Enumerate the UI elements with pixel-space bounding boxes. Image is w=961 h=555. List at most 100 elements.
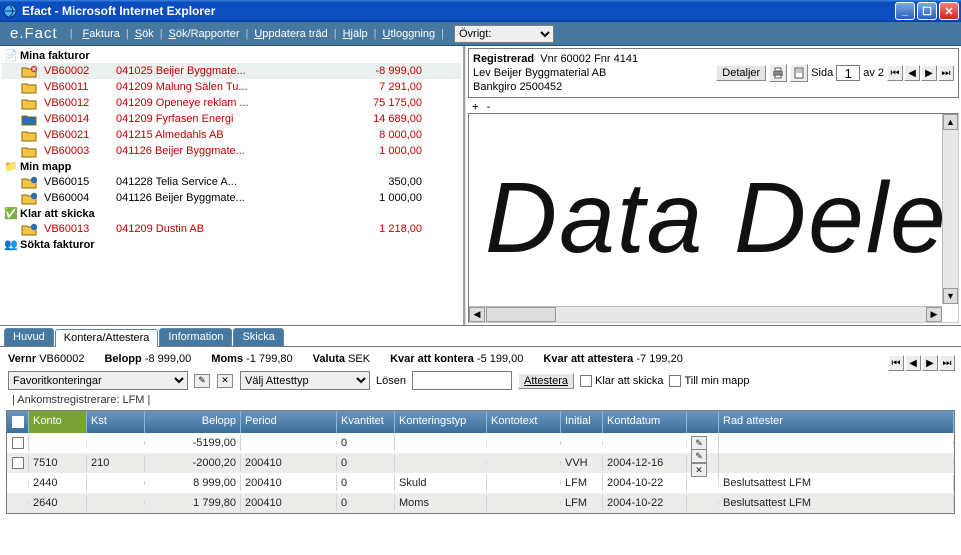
tree-section-2[interactable]: ✅Klar att skicka [2, 206, 461, 221]
invoice-id: VB60021 [44, 129, 116, 141]
cell-konto: 2440 [29, 475, 87, 491]
detail-prev-icon[interactable]: ◀ [905, 355, 921, 371]
invoice-row[interactable]: VB60002041025 Beijer Byggmate...-8 999,0… [2, 63, 461, 79]
invoice-amount: 1 218,00 [322, 223, 422, 235]
header-kontdatum[interactable]: Kontdatum [603, 411, 687, 433]
doc-supplier: Lev Beijer Byggmaterial AB [473, 66, 716, 80]
invoice-row[interactable]: VB60014041209 Fyrfasen Energi14 689,00 [2, 111, 461, 127]
invoice-amount: 14 689,00 [322, 113, 422, 125]
tree-section-0[interactable]: 📄Mina fakturor [2, 48, 461, 63]
invoice-row[interactable]: VB60012041209 Openeye reklam ...75 175,0… [2, 95, 461, 111]
summary-belopp: -8 999,00 [145, 353, 191, 365]
folder-icon [20, 128, 38, 142]
header-kontotext[interactable]: Kontotext [487, 411, 561, 433]
attesttyp-select[interactable]: Välj Attesttyp [240, 371, 370, 390]
table-row[interactable]: 26401 799,802004100MomsLFM2004-10-22Besl… [7, 493, 954, 513]
tab-kontera-attestera[interactable]: Kontera/Attestera [55, 329, 159, 347]
invoice-id: VB60004 [44, 192, 116, 204]
header-belopp[interactable]: Belopp [145, 411, 241, 433]
detail-next-icon[interactable]: ▶ [922, 355, 938, 371]
cell-kontotext [487, 461, 561, 465]
doc-icon[interactable] [790, 64, 808, 82]
tab-skicka[interactable]: Skicka [233, 328, 283, 346]
delete-icon[interactable]: ✕ [217, 374, 233, 388]
print-icon[interactable] [769, 64, 787, 82]
folder-icon [20, 112, 38, 126]
favorit-select[interactable]: Favoritkonteringar [8, 371, 188, 390]
table-row[interactable]: 7510210-2000,202004100VVH2004-12-16✎✕ [7, 453, 954, 473]
invoice-row[interactable]: VB60003041126 Beijer Byggmate...1 000,00 [2, 143, 461, 159]
menu-utloggning[interactable]: Utloggning [379, 26, 440, 42]
folder-icon [20, 96, 38, 110]
header-kst[interactable]: Kst [87, 411, 145, 433]
nav-first-icon[interactable]: ⏮ [887, 65, 903, 81]
folder-icon [20, 80, 38, 94]
cell-konteringstyp [395, 441, 487, 445]
detaljer-button[interactable]: Detaljer [716, 65, 766, 81]
detail-first-icon[interactable]: ⏮ [888, 355, 904, 371]
maximize-button[interactable]: ☐ [917, 2, 937, 20]
menu-s-k[interactable]: Sök [131, 26, 158, 42]
invoice-row[interactable]: VB60004041126 Beijer Byggmate...1 000,00 [2, 190, 461, 206]
close-button[interactable]: ✕ [939, 2, 959, 20]
cell-kontdatum: 2004-10-22 [603, 495, 687, 511]
table-row[interactable]: 24408 999,002004100SkuldLFM2004-10-22Bes… [7, 473, 954, 493]
detail-nav-icons: ⏮ ◀ ▶ ⏭ [888, 355, 955, 371]
detail-last-icon[interactable]: ⏭ [939, 355, 955, 371]
invoice-row[interactable]: VB60011041209 Malung Sälen Tu...7 291,00 [2, 79, 461, 95]
document-pane: Registrerad Vnr 60002 Fnr 4141 Lev Beije… [465, 46, 961, 325]
header-kvantitet[interactable]: Kvantitet [337, 411, 395, 433]
row-checkbox[interactable] [12, 457, 24, 469]
tab-huvud[interactable]: Huvud [4, 328, 54, 346]
misc-select[interactable]: Övrigt: [454, 25, 554, 43]
invoice-row[interactable]: VB60015041228 Telia Service A...350,00 [2, 174, 461, 190]
header-initial[interactable]: Initial [561, 411, 603, 433]
cell-konteringstyp: Skuld [395, 475, 487, 491]
section-icon: ✅ [4, 207, 18, 220]
row-checkbox[interactable] [12, 437, 24, 449]
cell-belopp: -2000,20 [145, 455, 241, 471]
table-row[interactable]: -5199,000✎ [7, 433, 954, 453]
summary-valuta: SEK [348, 353, 370, 365]
till-mapp-checkbox[interactable]: Till min mapp [669, 375, 749, 387]
attestera-button[interactable]: Attestera [518, 373, 574, 389]
cell-belopp: -5199,00 [145, 435, 241, 451]
nav-prev-icon[interactable]: ◀ [904, 65, 920, 81]
tree-section-1[interactable]: 📁Min mapp [2, 159, 461, 174]
nav-next-icon[interactable]: ▶ [921, 65, 937, 81]
menu-s-k-rapporter[interactable]: Sök/Rapporter [165, 26, 244, 42]
cell-belopp: 1 799,80 [145, 495, 241, 511]
losen-input[interactable] [412, 371, 512, 390]
x-icon[interactable]: ✕ [691, 463, 707, 477]
klar-checkbox[interactable]: Klar att skicka [580, 375, 663, 387]
cell-belopp: 8 999,00 [145, 475, 241, 491]
invoice-row[interactable]: VB60013041209 Dustin AB1 218,00 [2, 221, 461, 237]
page-input[interactable] [836, 65, 860, 81]
app-menubar: e.Fact | Faktura|Sök|Sök/Rapporter|Uppda… [0, 22, 961, 46]
pencil-icon[interactable]: ✎ [691, 449, 707, 463]
scrollbar-horizontal[interactable]: ◀▶ [469, 306, 942, 322]
nav-last-icon[interactable]: ⏭ [938, 65, 954, 81]
scrollbar-vertical[interactable]: ▲▼ [942, 114, 958, 304]
section-icon: 👥 [4, 238, 18, 251]
header-konto[interactable]: Konto [29, 411, 87, 433]
header-period[interactable]: Period [241, 411, 337, 433]
cell-initial: LFM [561, 495, 603, 511]
tree-section-3[interactable]: 👥Sökta fakturor [2, 237, 461, 252]
document-viewer[interactable]: Data Dele ▲▼ ◀▶ [468, 113, 959, 323]
header-check[interactable] [7, 411, 29, 433]
ie-icon [2, 3, 18, 19]
menu-faktura[interactable]: Faktura [79, 26, 124, 42]
header-konteringstyp[interactable]: Konteringstyp [395, 411, 487, 433]
header-rad-attester[interactable]: Rad attester [719, 411, 954, 433]
losen-label: Lösen [376, 375, 406, 387]
menu-uppdatera-tr-d[interactable]: Uppdatera träd [250, 26, 331, 42]
invoice-row[interactable]: VB60021041215 Almedahls AB8 000,00 [2, 127, 461, 143]
cell-period: 200410 [241, 475, 337, 491]
zoom-controls[interactable]: + - [466, 100, 961, 113]
menu-hj-lp[interactable]: Hjälp [339, 26, 372, 42]
edit-icon[interactable]: ✎ [194, 374, 210, 388]
tab-information[interactable]: Information [159, 328, 232, 346]
invoice-desc: 041215 Almedahls AB [116, 129, 322, 141]
minimize-button[interactable]: _ [895, 2, 915, 20]
